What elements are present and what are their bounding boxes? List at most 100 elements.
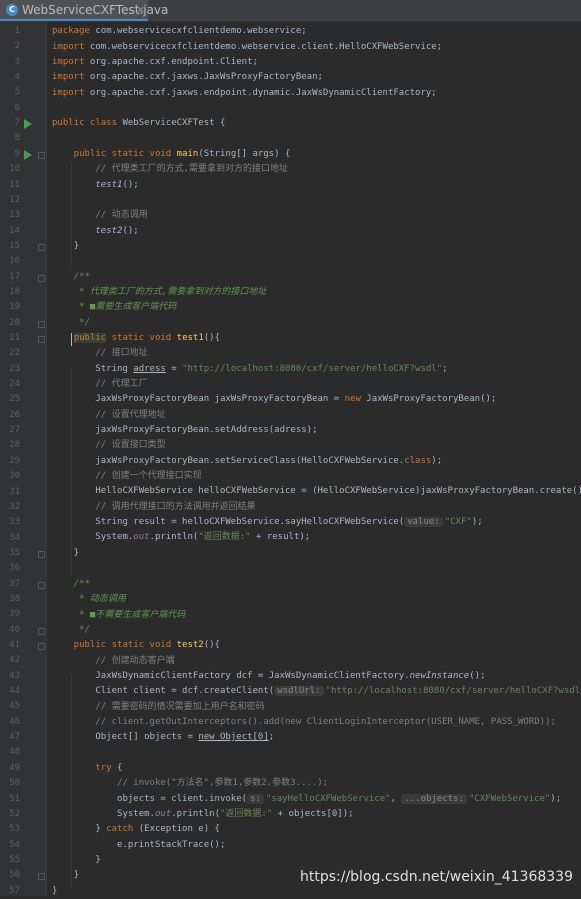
line-number: 29 — [9, 455, 20, 466]
line-number: 40 — [9, 624, 20, 635]
line-number: 23 — [9, 363, 20, 374]
code-line-54: e.printStackTrace(); — [52, 840, 226, 850]
close-icon[interactable]: × — [136, 3, 145, 16]
code-line-20: */ — [52, 318, 90, 328]
fold-icon[interactable] — [38, 643, 45, 650]
line-number: 57 — [9, 885, 20, 896]
line-number: 16 — [9, 256, 20, 267]
editor-tab-bar: C WebServiceCXFTest.java × — [0, 0, 581, 22]
parameter-hint: ...objects: — [401, 794, 467, 804]
line-number: 52 — [9, 808, 20, 819]
fold-icon[interactable] — [38, 274, 45, 282]
line-number: 39 — [9, 609, 20, 620]
code-line-56: } — [52, 870, 80, 880]
line-number: 17 — [9, 271, 20, 282]
fold-icon[interactable] — [38, 336, 45, 343]
fold-icon[interactable] — [38, 550, 45, 558]
code-line-55: } — [52, 855, 101, 865]
line-number: 33 — [9, 517, 20, 528]
code-line-14: test2(); — [95, 226, 139, 236]
code-line-57: } — [52, 886, 58, 896]
code-line-40: */ — [52, 625, 90, 635]
code-line-17: /** — [52, 272, 90, 282]
line-number: 34 — [9, 532, 20, 543]
line-number: 27 — [9, 425, 20, 436]
line-number: 19 — [9, 302, 20, 313]
line-number: 50 — [9, 778, 20, 789]
watermark: https://blog.csdn.net/weixin_41368339 — [299, 869, 573, 885]
line-number: 7 — [14, 118, 20, 129]
line-number: 21 — [9, 333, 20, 343]
line-number: 45 — [9, 701, 20, 712]
code-line-15: } — [52, 241, 80, 251]
gutter-layer: 1 2 3 4 5 6 7 8 9 10 11 12 13 14 15 16 17 18 19 20 21 22 23 24 2… — [0, 22, 46, 896]
code-line-4: import org.apache.cxf.jaxws.JaxWsProxyFa… — [52, 72, 323, 82]
line-number: 44 — [9, 686, 20, 697]
code-line-9: public static void main(String[] args) { — [52, 149, 291, 159]
fold-icon[interactable] — [38, 243, 45, 251]
line-number: 37 — [9, 578, 20, 589]
code-line-35: } — [52, 548, 80, 558]
code-line-28: // 设置接口类型 — [52, 440, 166, 450]
code-line-21: public static void test1(){ — [73, 333, 221, 343]
line-number: 51 — [9, 793, 20, 804]
code-line-19: * ■需要生成客户端代码 — [52, 302, 177, 312]
line-number: 48 — [9, 747, 20, 758]
line-number: 43 — [9, 670, 20, 681]
code-line-38: * 动态调用 — [52, 594, 126, 604]
code-line-33: String result = helloCXFWebService.sayHe… — [52, 517, 483, 527]
line-number: 25 — [9, 394, 20, 405]
fold-icon[interactable] — [38, 873, 45, 881]
code-line-39: * ■不需要生成客户端代码 — [52, 610, 186, 620]
line-number: 55 — [9, 854, 20, 865]
code-line-46: // client.getOutInterceptors().add(new C… — [52, 717, 556, 727]
code-line-49: try { — [95, 763, 123, 773]
code-line-52: System.out.println("返回数据:" + objects[0])… — [52, 809, 354, 819]
java-class-icon: C — [6, 4, 18, 16]
code-line-2: import com.webservicecxfclientdemo.webse… — [52, 42, 443, 52]
tab-filename: WebServiceCXFTest.java — [22, 3, 169, 17]
code-line-22: // 接口地址 — [52, 348, 148, 358]
line-number: 30 — [9, 471, 20, 482]
line-number: 41 — [9, 640, 20, 650]
line-number: 49 — [9, 762, 20, 773]
run-gutter-icon[interactable] — [24, 119, 32, 130]
fold-icon[interactable] — [38, 581, 45, 589]
line-number: 35 — [9, 547, 20, 558]
code-line-18: * 代理类工厂的方式,需要拿到对方的接口地址 — [52, 287, 267, 297]
line-number: 26 — [9, 409, 20, 420]
code-line-50: // invoke("方法名",参数1,参数2,参数3....); — [52, 778, 329, 788]
code-line-32: // 调用代理接口的方法调用并返回结果 — [52, 502, 256, 512]
code-line-31: HelloCXFWebService helloCXFWebService = … — [52, 486, 581, 496]
run-gutter-icon[interactable] — [24, 149, 32, 160]
fold-icon[interactable] — [38, 627, 45, 635]
code-line-42: // 创建动态客户端 — [52, 656, 175, 666]
line-number: 14 — [9, 225, 20, 236]
line-number: 9 — [14, 148, 20, 159]
line-number: 6 — [14, 102, 20, 113]
fold-icon[interactable] — [38, 151, 45, 159]
code-line-43: JaxWsDynamicClientFactory dcf = JaxWsDyn… — [52, 671, 486, 681]
code-line-25: JaxWsProxyFactoryBean jaxWsProxyFactoryB… — [52, 394, 497, 404]
code-line-26: // 设置代理地址 — [52, 410, 166, 420]
fold-icon[interactable] — [38, 320, 45, 328]
code-line-45: // 需要密码的情况需要加上用户名和密码 — [52, 702, 265, 712]
code-editor[interactable]: package com.webservicecxfclientdemo.webs… — [47, 22, 581, 896]
line-number: 42 — [9, 655, 20, 666]
line-number: 8 — [14, 133, 20, 144]
code-line-29: jaxWsProxyFactoryBean.setServiceClass(He… — [52, 456, 443, 466]
code-line-5: import org.apache.cxf.jaxws.endpoint.dyn… — [52, 88, 437, 98]
code-line-3: import org.apache.cxf.endpoint.Client; — [52, 57, 258, 67]
line-number: 5 — [14, 87, 20, 98]
line-number: 32 — [9, 501, 20, 512]
line-number: 56 — [9, 870, 20, 881]
line-number: 47 — [9, 732, 20, 743]
parameter-hint: wsdlUrl: — [274, 686, 324, 696]
line-number: 3 — [14, 56, 20, 67]
line-number: 31 — [9, 486, 20, 497]
code-line-51: objects = client.invoke(s: "sayHelloCXFWe… — [52, 794, 562, 804]
line-number: 54 — [9, 839, 20, 850]
editor-tab-webservicecxftest[interactable]: C WebServiceCXFTest.java × — [0, 0, 168, 21]
code-line-30: // 创建一个代理接口实现 — [52, 471, 202, 481]
code-line-44: Client client = dcf.createClient(wsdlUrl… — [52, 686, 581, 696]
